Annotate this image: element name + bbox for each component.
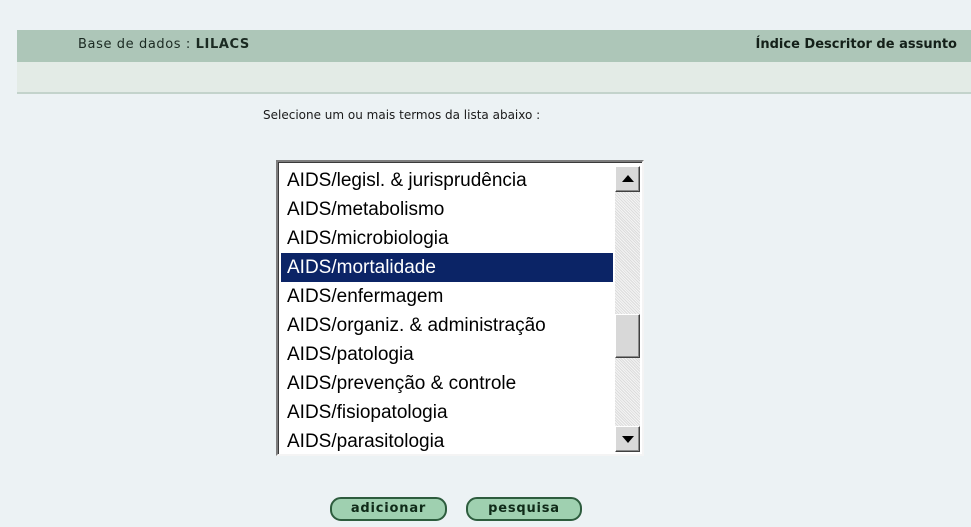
scroll-up-button[interactable] (615, 166, 640, 192)
header-divider (17, 92, 971, 94)
listbox-options: AIDS/legisl. & jurisprudência AIDS/metabo… (281, 166, 613, 454)
add-button[interactable]: adicionar (330, 497, 447, 521)
list-option[interactable]: AIDS/enfermagem (281, 282, 613, 311)
list-option[interactable]: AIDS/organiz. & administração (281, 311, 613, 340)
listbox-scrollbar[interactable] (615, 166, 640, 452)
sub-header-bar (17, 62, 971, 92)
triangle-up-icon (622, 175, 634, 182)
descriptor-listbox[interactable]: AIDS/legisl. & jurisprudência AIDS/metabo… (276, 160, 644, 456)
list-option[interactable]: AIDS/mortalidade (281, 253, 613, 282)
index-title: Índice Descritor de assunto (755, 37, 957, 52)
database-label: Base de dados : LILACS (78, 37, 250, 52)
list-option[interactable]: AIDS/prevenção & controle (281, 369, 613, 398)
database-name: LILACS (195, 37, 250, 52)
list-option[interactable]: AIDS/legisl. & jurisprudência (281, 166, 613, 195)
list-option[interactable]: AIDS/patologia (281, 340, 613, 369)
scroll-down-button[interactable] (615, 426, 640, 452)
scrollbar-thumb[interactable] (615, 314, 640, 358)
search-button[interactable]: pesquisa (466, 497, 582, 521)
list-option[interactable]: AIDS/fisiopatologia (281, 398, 613, 427)
database-label-text: Base de dados : (78, 37, 191, 52)
list-option[interactable]: AIDS/microbiologia (281, 224, 613, 253)
list-option[interactable]: AIDS/metabolismo (281, 195, 613, 224)
instruction-text: Selecione um ou mais termos da lista aba… (263, 108, 541, 122)
triangle-down-icon (622, 436, 634, 443)
list-option[interactable]: AIDS/parasitologia (281, 427, 613, 454)
